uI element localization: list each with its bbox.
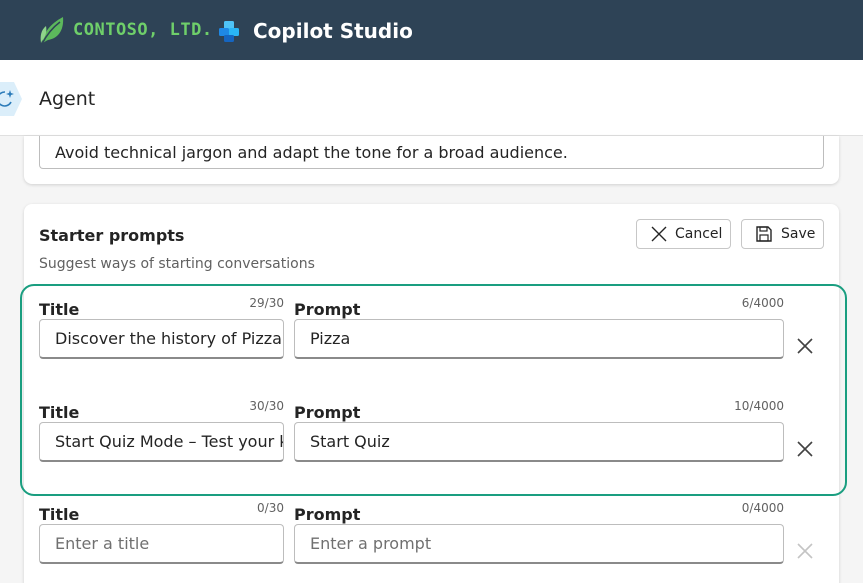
copilot-studio-icon bbox=[219, 20, 239, 42]
remove-prompt-icon[interactable] bbox=[796, 337, 814, 355]
close-icon bbox=[651, 226, 667, 242]
title-input[interactable]: Start Quiz Mode – Test your knowledge bbox=[39, 422, 284, 462]
agent-title: Agent bbox=[39, 88, 96, 110]
save-label: Save bbox=[781, 226, 816, 242]
product-name: Copilot Studio bbox=[253, 19, 413, 43]
starter-prompts-subtitle: Suggest ways of starting conversations bbox=[39, 256, 315, 272]
prompt-char-count: 0/4000 bbox=[741, 501, 784, 515]
prompt-input[interactable]: Start Quiz bbox=[294, 422, 784, 462]
agent-sparkle-icon bbox=[0, 82, 22, 116]
cancel-button[interactable]: Cancel bbox=[636, 219, 731, 249]
agent-bar: Agent bbox=[0, 60, 863, 136]
title-input[interactable]: Enter a title bbox=[39, 524, 284, 564]
cancel-label: Cancel bbox=[675, 226, 723, 242]
prompt-label: Prompt bbox=[294, 300, 361, 319]
brand-logo[interactable]: CONTOSO, LTD. bbox=[38, 14, 213, 46]
remove-prompt-icon[interactable] bbox=[796, 440, 814, 458]
starter-prompt-row-1: Title 29/30 Prompt 6/4000 Discover the h… bbox=[24, 296, 839, 370]
leaf-icon bbox=[40, 17, 64, 45]
remove-prompt-icon[interactable] bbox=[796, 542, 814, 560]
title-char-count: 0/30 bbox=[257, 501, 284, 515]
title-input[interactable]: Discover the history of Pizza bbox=[39, 319, 284, 359]
prompt-char-count: 6/4000 bbox=[741, 296, 784, 310]
starter-prompt-row-3: Title 0/30 Prompt 0/4000 Enter a title E… bbox=[24, 501, 839, 575]
prompt-char-count: 10/4000 bbox=[734, 399, 784, 413]
prompt-label: Prompt bbox=[294, 505, 361, 524]
title-label: Title bbox=[39, 403, 80, 422]
starter-prompt-row-2: Title 30/30 Prompt 10/4000 Start Quiz Mo… bbox=[24, 399, 839, 473]
top-bar: CONTOSO, LTD. Copilot Studio bbox=[0, 0, 863, 60]
prompt-label: Prompt bbox=[294, 403, 361, 422]
title-char-count: 30/30 bbox=[249, 399, 284, 413]
prompt-input[interactable]: Enter a prompt bbox=[294, 524, 784, 564]
instructions-card: Avoid technical jargon and adapt the ton… bbox=[24, 136, 839, 184]
instructions-textarea[interactable]: Avoid technical jargon and adapt the ton… bbox=[39, 136, 824, 169]
title-label: Title bbox=[39, 300, 80, 319]
prompt-input[interactable]: Pizza bbox=[294, 319, 784, 359]
save-button[interactable]: Save bbox=[741, 219, 824, 249]
title-char-count: 29/30 bbox=[249, 296, 284, 310]
product-title[interactable]: Copilot Studio bbox=[218, 16, 413, 46]
brand-name: CONTOSO, LTD. bbox=[73, 20, 213, 40]
title-label: Title bbox=[39, 505, 80, 524]
starter-prompts-title: Starter prompts bbox=[39, 226, 185, 245]
save-icon bbox=[756, 226, 772, 242]
